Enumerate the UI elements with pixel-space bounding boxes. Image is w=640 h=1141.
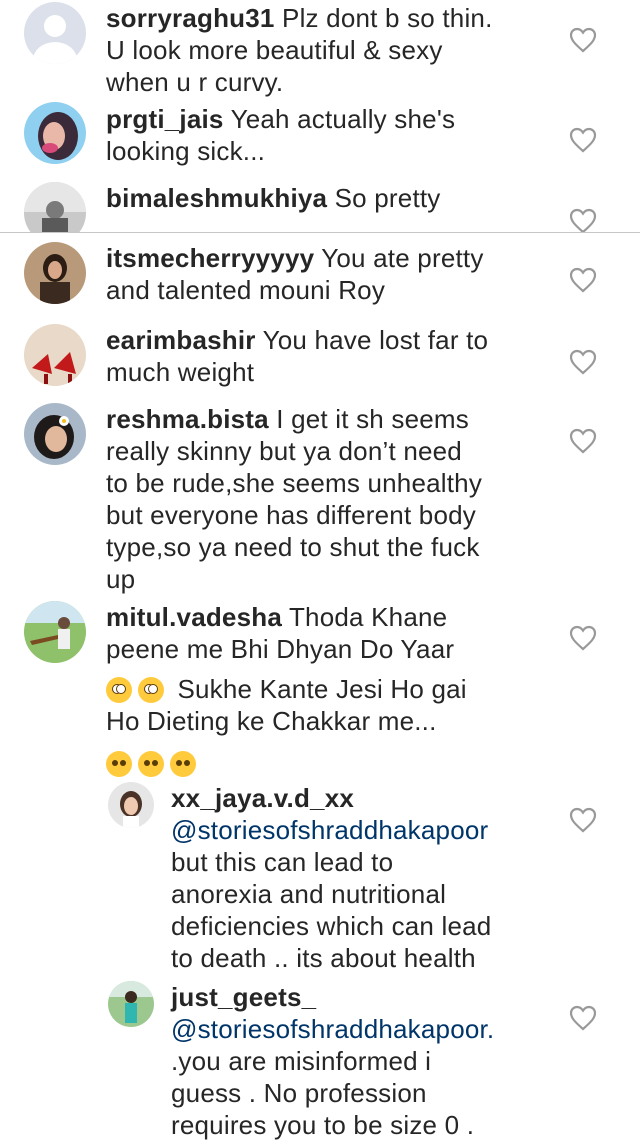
- comment-line: but everyone has different body: [106, 500, 476, 530]
- avatar[interactable]: [24, 601, 86, 663]
- comment-line: I get it sh seems: [276, 404, 469, 434]
- comment-line: really skinny but ya don’t need: [106, 436, 462, 466]
- heart-icon[interactable]: [569, 1005, 597, 1031]
- reply-line: to death .. its about health: [171, 943, 476, 973]
- mention-link[interactable]: @storiesofshraddhakapoor: [171, 814, 491, 846]
- comment-text: mitul.vadesha Thoda Khane peene me Bhi D…: [106, 601, 467, 779]
- comment-username[interactable]: reshma.bista: [106, 404, 269, 434]
- heart-icon[interactable]: [569, 349, 597, 375]
- comment-line: to be rude,she seems unhealthy: [106, 468, 483, 498]
- comment-item: bimaleshmukhiya So pretty: [0, 0, 640, 232]
- comment-line: much weight: [106, 357, 255, 387]
- avatar[interactable]: [24, 242, 86, 304]
- reply-text: xx_jaya.v.d_xx @storiesofshraddhakapoor …: [171, 782, 491, 974]
- comment-username[interactable]: mitul.vadesha: [106, 602, 282, 632]
- reply-username[interactable]: xx_jaya.v.d_xx: [171, 782, 491, 814]
- comment-line: and talented mouni Roy: [106, 275, 386, 305]
- comment-username[interactable]: bimaleshmukhiya: [106, 183, 327, 213]
- heart-icon[interactable]: [569, 267, 597, 293]
- reply-line: but this can lead to: [171, 847, 394, 877]
- heart-icon[interactable]: [569, 208, 597, 232]
- avatar[interactable]: [24, 324, 86, 386]
- comment-line: peene me Bhi Dhyan Do Yaar: [106, 634, 455, 664]
- comment-text: earimbashir You have lost far to much we…: [106, 324, 488, 388]
- comment-line: up: [106, 564, 136, 594]
- heart-icon[interactable]: [569, 625, 597, 651]
- avatar[interactable]: [24, 403, 86, 465]
- comment-username[interactable]: earimbashir: [106, 325, 256, 355]
- reply-line: anorexia and nutritional: [171, 879, 447, 909]
- reply-line: requires you to be size 0 .: [171, 1110, 475, 1140]
- heart-icon[interactable]: [569, 807, 597, 833]
- divider: [0, 232, 640, 233]
- reply-line: guess . No profession: [171, 1078, 427, 1108]
- smirk-emoji-icon: [170, 751, 196, 777]
- comment-username[interactable]: itsmecherryyyyy: [106, 243, 314, 273]
- rolling-eyes-emoji-icon: [138, 677, 164, 703]
- reply-text: just_geets_ @storiesofshraddhakapoor. .y…: [171, 981, 494, 1141]
- comment-line: You have lost far to: [262, 325, 489, 355]
- comment-line: Thoda Khane: [288, 602, 448, 632]
- comment-line: type,so ya need to shut the fuck: [106, 532, 480, 562]
- comment-line: Sukhe Kante Jesi Ho gai: [177, 674, 467, 704]
- comment-line: You ate pretty: [321, 243, 484, 273]
- comment-text: reshma.bista I get it sh seems really sk…: [106, 403, 482, 595]
- smirk-emoji-icon: [138, 751, 164, 777]
- reply-line: deficiencies which can lead: [171, 911, 492, 941]
- avatar[interactable]: [108, 782, 154, 828]
- mention-link[interactable]: @storiesofshraddhakapoor.: [171, 1013, 494, 1045]
- comment-line: Ho Dieting ke Chakkar me...: [106, 706, 437, 736]
- comment-line: So pretty: [334, 183, 441, 213]
- heart-icon[interactable]: [569, 428, 597, 454]
- confounded-emoji-icon: [106, 751, 132, 777]
- comment-text: itsmecherryyyyy You ate pretty and talen…: [106, 242, 484, 306]
- avatar[interactable]: [108, 981, 154, 1027]
- comment-text: bimaleshmukhiya So pretty: [106, 182, 441, 214]
- rolling-eyes-emoji-icon: [106, 677, 132, 703]
- reply-username[interactable]: just_geets_: [171, 981, 494, 1013]
- avatar[interactable]: [24, 182, 86, 232]
- reply-line: .you are misinformed i: [171, 1046, 432, 1076]
